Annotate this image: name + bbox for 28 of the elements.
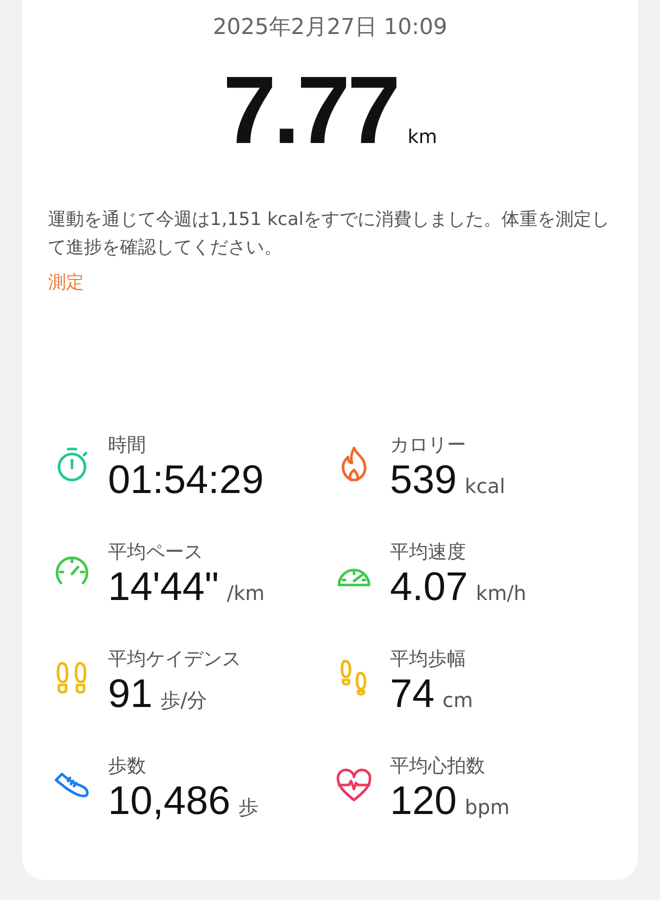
measure-link[interactable]: 測定 xyxy=(48,270,84,294)
stat-unit: cm xyxy=(442,688,473,712)
stat-value: 4.07 xyxy=(390,565,468,610)
stat-value: 14'44" xyxy=(108,565,219,610)
stat-unit: 歩/分 xyxy=(160,687,208,714)
stat-value: 74 xyxy=(390,672,434,717)
stat-unit: km/h xyxy=(476,581,526,605)
distance-value: 7.77 xyxy=(222,56,398,166)
stat-unit: /km xyxy=(226,581,265,605)
stat-unit: 歩 xyxy=(238,794,258,821)
stat-label: 平均ペース xyxy=(108,540,204,565)
stat-value: 01:54:29 xyxy=(108,458,264,503)
stat-label: 歩数 xyxy=(108,754,147,779)
workout-date: 2025年2月27日 10:09 xyxy=(212,14,448,42)
distance-unit: km xyxy=(408,126,438,148)
calorie-message: 運動を通じて今週は1,151 kcalをすでに消費しました。体重を測定して進捗を確認してください。 xyxy=(48,208,611,260)
stat-unit: bpm xyxy=(464,795,510,819)
stat-label: 平均ケイデンス xyxy=(108,647,241,672)
stat-unit: kcal xyxy=(464,474,506,498)
stat-label: カロリー xyxy=(390,433,467,458)
stat-value: 91 xyxy=(108,672,152,717)
stat-value: 120 xyxy=(390,779,457,824)
stat-value: 539 xyxy=(390,458,457,503)
stat-label: 平均心拍数 xyxy=(390,754,486,779)
stat-label: 平均速度 xyxy=(390,540,467,565)
stat-value: 10,486 xyxy=(108,779,230,824)
stat-label: 時間 xyxy=(108,433,147,458)
stat-label: 平均歩幅 xyxy=(390,647,467,672)
